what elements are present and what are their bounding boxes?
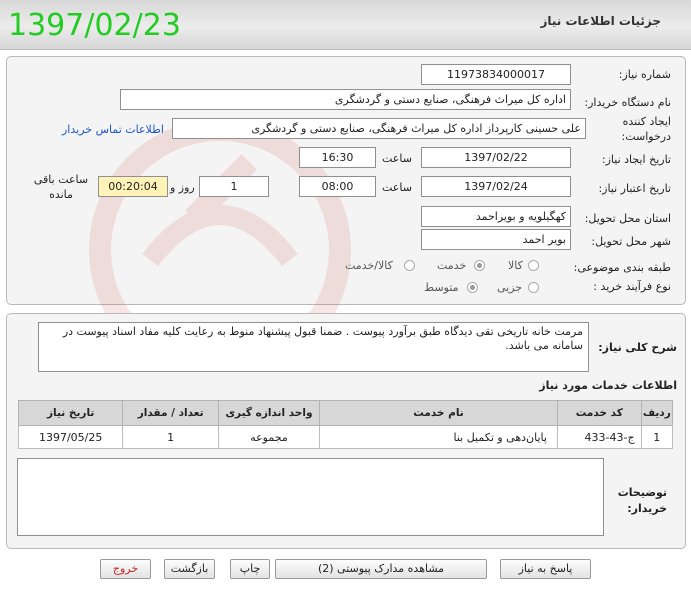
remaining-time-field: 00:20:04: [98, 176, 168, 197]
cell-quantity: 1: [122, 425, 219, 449]
cell-service-name: پایان‌دهی و تکمیل بنا: [319, 425, 558, 449]
exit-button[interactable]: خروج: [100, 559, 151, 579]
services-section-title: اطلاعات خدمات مورد نیاز: [539, 379, 677, 392]
validity-time-label: ساعت: [382, 181, 412, 194]
process-medium-radio[interactable]: [467, 282, 478, 293]
category-goods-service-radio[interactable]: [404, 260, 415, 271]
category-service-label: خدمت: [437, 259, 467, 272]
col-service-code-header: کد خدمت: [556, 400, 642, 426]
view-attachments-button[interactable]: مشاهده مدارک پیوستی (2): [275, 559, 487, 579]
buyer-contact-link[interactable]: اطلاعات تماس خریدار: [62, 123, 164, 136]
reply-button[interactable]: پاسخ به نیاز: [500, 559, 591, 579]
col-unit-header: واحد اندازه گیری: [217, 400, 321, 426]
requester-field: علی حسینی کارپرداز اداره کل میراث فرهنگی…: [172, 118, 586, 139]
process-minor-label: جزیی: [497, 281, 523, 294]
page-title: جزئیات اطلاعات نیاز: [540, 14, 661, 28]
cell-unit: مجموعه: [217, 425, 321, 449]
category-goods-radio[interactable]: [528, 260, 539, 271]
city-label: شهر محل تحویل:: [591, 235, 671, 248]
process-medium-label: متوسط: [424, 281, 459, 294]
validity-date-field: 1397/02/24: [421, 176, 571, 197]
remaining-label-line1: ساعت باقی: [33, 173, 89, 186]
process-label: نوع فرآیند خرید :: [593, 280, 671, 293]
validity-date-label: تاریخ اعتبار نیاز:: [598, 182, 671, 195]
province-label: استان محل تحویل:: [584, 212, 671, 225]
cell-row-number: 1: [640, 425, 674, 449]
buyer-org-field: اداره کل میراث فرهنگی، صنایع دستی و گردش…: [120, 89, 571, 110]
cell-need-date: 1397/05/25: [17, 425, 124, 449]
back-button[interactable]: بازگشت: [164, 559, 215, 579]
created-time-field: 16:30: [299, 147, 376, 168]
category-goods-service-label: کالا/خدمت: [345, 259, 393, 272]
city-field: بویر احمد: [421, 229, 571, 250]
validity-time-field: 08:00: [299, 176, 376, 197]
buyer-org-label: نام دستگاه خریدار:: [584, 96, 671, 109]
need-number-label: شماره نیاز:: [618, 68, 671, 81]
description-label: شرح کلی نیاز:: [598, 341, 677, 354]
category-goods-label: کالا: [508, 259, 523, 272]
buyer-notes-label-line2: خریدار:: [627, 502, 667, 515]
col-service-name-header: نام خدمت: [319, 400, 558, 426]
buyer-notes-textbox: [17, 458, 604, 536]
category-label: طبقه بندی موضوعی:: [573, 261, 671, 274]
table-row: 1 ج-43-433 پایان‌دهی و تکمیل بنا مجموعه …: [17, 425, 674, 449]
created-date-label: تاریخ ایجاد نیاز:: [601, 153, 671, 166]
col-quantity-header: تعداد / مقدار: [122, 400, 219, 426]
requester-label-line1: ایجاد کننده: [622, 115, 671, 128]
need-number-field: 1197383400001​7: [421, 64, 571, 85]
created-date-field: 1397/02/22: [421, 147, 571, 168]
date-overlay: 1397/02/23: [8, 8, 181, 43]
province-field: کهگیلویه و بویراحمد: [421, 206, 571, 227]
cell-service-code: ج-43-433: [556, 425, 642, 449]
print-button[interactable]: چاپ: [230, 559, 270, 579]
col-need-date-header: تاریخ نیاز: [17, 400, 124, 426]
services-table-header: ردیف کد خدمت نام خدمت واحد اندازه گیری ت…: [17, 400, 674, 426]
description-textbox: مرمت خانه تاریخی تقی دیدگاه طبق برآورد پ…: [38, 322, 589, 372]
col-row-header: ردیف: [640, 400, 674, 426]
remaining-label-line2: مانده: [49, 188, 73, 201]
created-time-label: ساعت: [382, 152, 412, 165]
buyer-notes-label-line1: توضیحات: [617, 486, 667, 499]
validity-days-field: 1: [199, 176, 269, 197]
services-table: ردیف کد خدمت نام خدمت واحد اندازه گیری ت…: [17, 400, 674, 449]
page-header: جزئیات اطلاعات نیاز 1397/02/23: [0, 0, 691, 50]
category-service-radio[interactable]: [474, 260, 485, 271]
requester-label-line2: درخواست:: [621, 130, 671, 143]
days-and-label: روز و: [170, 181, 195, 194]
process-minor-radio[interactable]: [528, 282, 539, 293]
